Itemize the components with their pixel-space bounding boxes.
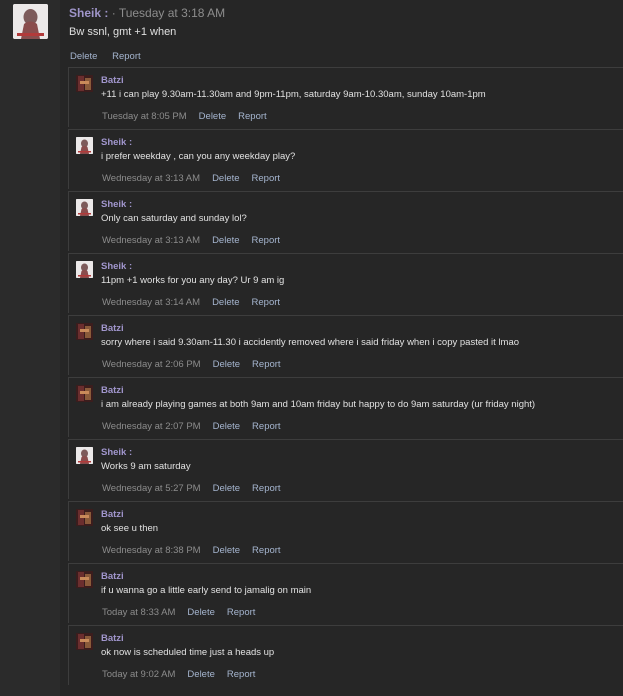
reply-text: 11pm +1 works for you any day? Ur 9 am i…: [101, 275, 285, 286]
avatar[interactable]: [76, 75, 93, 92]
reply-text: i prefer weekday , can you any weekday p…: [101, 151, 296, 162]
reply-timestamp[interactable]: Today at 8:33 AM: [102, 607, 175, 618]
reply-item: Sheik : Only can saturday and sunday lol?…: [68, 191, 623, 251]
report-button[interactable]: Report: [112, 51, 141, 62]
reply-text: i am already playing games at both 9am a…: [101, 399, 536, 410]
reply-timestamp[interactable]: Wednesday at 2:07 PM: [102, 421, 201, 432]
report-button[interactable]: Report: [227, 607, 256, 618]
reply-meta: Wednesday at 3:13 AM Delete Report: [102, 235, 292, 246]
reply-meta: Wednesday at 3:13 AM Delete Report: [102, 173, 292, 184]
avatar[interactable]: [76, 509, 93, 526]
reply-author[interactable]: Batzi: [101, 571, 124, 582]
delete-button[interactable]: Delete: [213, 359, 240, 370]
reply-item: Batzi ok now is scheduled time just a hea…: [68, 625, 623, 685]
avatar[interactable]: [76, 571, 93, 588]
report-button[interactable]: Report: [252, 545, 281, 556]
reply-meta: Today at 9:02 AM Delete Report: [102, 669, 267, 680]
reply-text: Only can saturday and sunday lol?: [101, 213, 247, 224]
avatar[interactable]: [76, 323, 93, 340]
reply-timestamp[interactable]: Wednesday at 2:06 PM: [102, 359, 201, 370]
reply-timestamp[interactable]: Today at 9:02 AM: [102, 669, 175, 680]
reply-item: Batzi sorry where i said 9.30am-11.30 i a…: [68, 315, 623, 375]
reply-meta: Tuesday at 8:05 PM Delete Report: [102, 111, 279, 122]
avatar-image: [13, 4, 48, 39]
reply-item: Sheik : i prefer weekday , can you any we…: [68, 129, 623, 189]
post-actions: Delete Report: [70, 51, 153, 62]
reply-author[interactable]: Sheik :: [101, 261, 132, 272]
reply-text: +11 i can play 9.30am-11.30am and 9pm-11…: [101, 89, 486, 100]
reply-author[interactable]: Sheik :: [101, 137, 132, 148]
delete-button[interactable]: Delete: [212, 297, 239, 308]
post-text: Bw ssnl, gmt +1 when: [69, 26, 177, 38]
delete-button[interactable]: Delete: [187, 607, 214, 618]
reply-timestamp[interactable]: Wednesday at 3:13 AM: [102, 235, 200, 246]
reply-item: Sheik : 11pm +1 works for you any day? Ur…: [68, 253, 623, 313]
avatar[interactable]: [76, 385, 93, 402]
author-name[interactable]: Sheik :: [69, 6, 108, 20]
delete-button[interactable]: Delete: [213, 545, 240, 556]
delete-button[interactable]: Delete: [213, 421, 240, 432]
delete-button[interactable]: Delete: [212, 173, 239, 184]
report-button[interactable]: Report: [252, 173, 281, 184]
reply-text: sorry where i said 9.30am-11.30 i accide…: [101, 337, 520, 348]
report-button[interactable]: Report: [252, 483, 281, 494]
report-button[interactable]: Report: [252, 297, 281, 308]
reply-author[interactable]: Batzi: [101, 75, 124, 86]
delete-button[interactable]: Delete: [70, 51, 97, 62]
reply-meta: Wednesday at 3:14 AM Delete Report: [102, 297, 292, 308]
reply-meta: Wednesday at 5:27 PM Delete Report: [102, 483, 293, 494]
reply-timestamp[interactable]: Tuesday at 8:05 PM: [102, 111, 187, 122]
reply-text: Works 9 am saturday: [101, 461, 191, 472]
reply-meta: Wednesday at 2:06 PM Delete Report: [102, 359, 293, 370]
reply-text: ok now is scheduled time just a heads up: [101, 647, 275, 658]
reply-item: Batzi if u wanna go a little early send t…: [68, 563, 623, 623]
report-button[interactable]: Report: [252, 359, 281, 370]
avatar[interactable]: [13, 4, 48, 39]
avatar[interactable]: [76, 447, 93, 464]
reply-item: Batzi i am already playing games at both …: [68, 377, 623, 437]
reply-meta: Today at 8:33 AM Delete Report: [102, 607, 267, 618]
reply-author[interactable]: Sheik :: [101, 447, 132, 458]
reply-timestamp[interactable]: Wednesday at 3:14 AM: [102, 297, 200, 308]
reply-author[interactable]: Batzi: [101, 323, 124, 334]
reply-list: Batzi +11 i can play 9.30am-11.30am and 9…: [68, 67, 623, 687]
reply-item: Batzi ok see u then Wednesday at 8:38 PM De…: [68, 501, 623, 561]
reply-text: if u wanna go a little early send to jam…: [101, 585, 312, 596]
reply-author[interactable]: Batzi: [101, 509, 124, 520]
avatar[interactable]: [76, 261, 93, 278]
post-timestamp[interactable]: · Tuesday at 3:18 AM: [112, 6, 225, 20]
report-button[interactable]: Report: [252, 235, 281, 246]
reply-timestamp[interactable]: Wednesday at 3:13 AM: [102, 173, 200, 184]
reply-item: Batzi +11 i can play 9.30am-11.30am and 9…: [68, 67, 623, 127]
reply-timestamp[interactable]: Wednesday at 8:38 PM: [102, 545, 201, 556]
reply-text: ok see u then: [101, 523, 159, 534]
reply-author[interactable]: Batzi: [101, 633, 124, 644]
delete-button[interactable]: Delete: [187, 669, 214, 680]
delete-button[interactable]: Delete: [199, 111, 226, 122]
report-button[interactable]: Report: [238, 111, 267, 122]
post-header: Sheik : · Tuesday at 3:18 AM: [69, 6, 225, 20]
avatar[interactable]: [76, 137, 93, 154]
avatar[interactable]: [76, 199, 93, 216]
reply-meta: Wednesday at 8:38 PM Delete Report: [102, 545, 293, 556]
delete-button[interactable]: Delete: [212, 235, 239, 246]
report-button[interactable]: Report: [227, 669, 256, 680]
delete-button[interactable]: Delete: [213, 483, 240, 494]
reply-author[interactable]: Sheik :: [101, 199, 132, 210]
reply-meta: Wednesday at 2:07 PM Delete Report: [102, 421, 293, 432]
avatar[interactable]: [76, 633, 93, 650]
reply-timestamp[interactable]: Wednesday at 5:27 PM: [102, 483, 201, 494]
report-button[interactable]: Report: [252, 421, 281, 432]
reply-author[interactable]: Batzi: [101, 385, 124, 396]
reply-item: Sheik : Works 9 am saturday Wednesday at 5…: [68, 439, 623, 499]
left-gutter: [0, 0, 60, 696]
